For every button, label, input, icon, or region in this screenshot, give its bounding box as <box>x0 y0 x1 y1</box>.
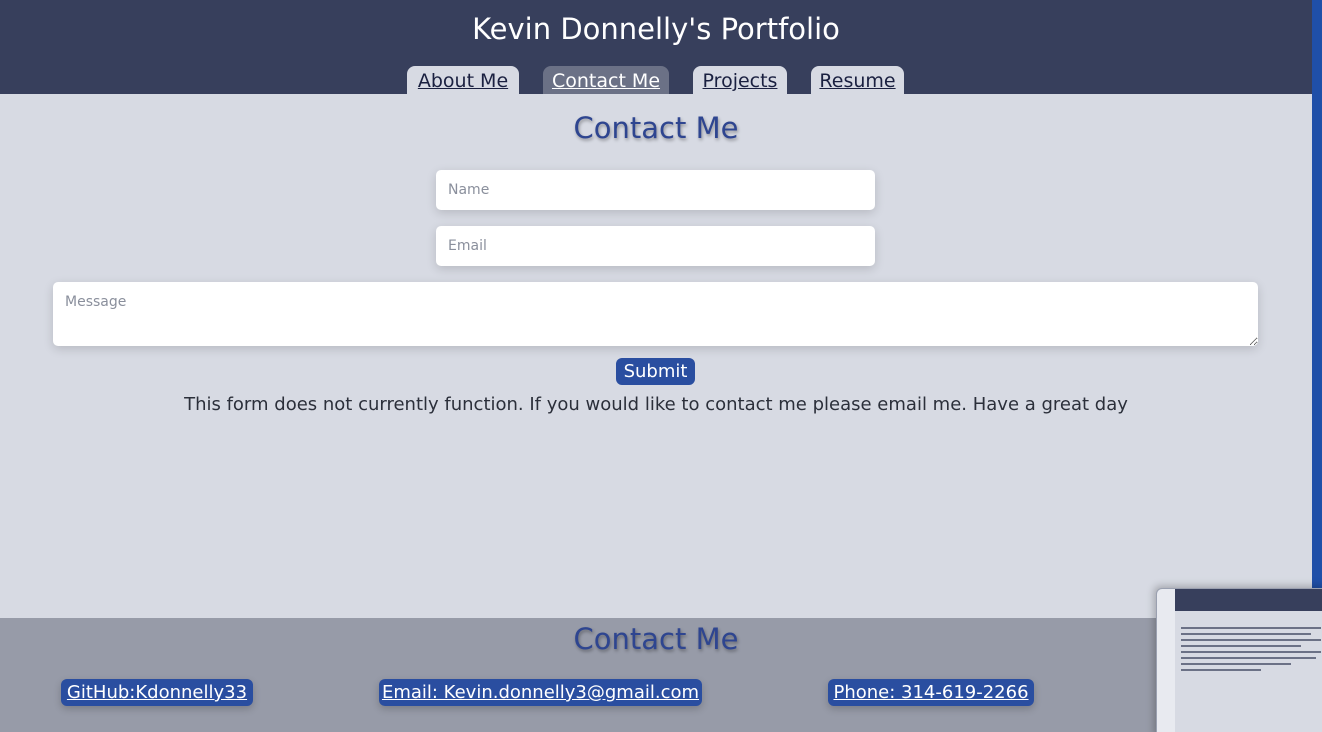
site-header: Kevin Donnelly's Portfolio About Me Cont… <box>0 0 1312 94</box>
tab-contact-me[interactable]: Contact Me <box>543 66 669 94</box>
email-input[interactable] <box>436 226 875 266</box>
window-preview-thumbnail[interactable] <box>1156 588 1322 732</box>
page: Kevin Donnelly's Portfolio About Me Cont… <box>0 0 1312 732</box>
email-link[interactable]: Email: Kevin.donnelly3@gmail.com <box>379 679 702 706</box>
form-notice: This form does not currently function. I… <box>184 394 1128 415</box>
footer-heading: Contact Me <box>573 622 739 656</box>
site-title: Kevin Donnelly's Portfolio <box>472 12 840 46</box>
name-input[interactable] <box>436 170 875 210</box>
tab-projects[interactable]: Projects <box>693 66 787 94</box>
tab-about-me[interactable]: About Me <box>407 66 519 94</box>
submit-button[interactable]: Submit <box>616 358 695 385</box>
message-textarea[interactable] <box>53 282 1258 346</box>
tab-resume[interactable]: Resume <box>811 66 904 94</box>
phone-link[interactable]: Phone: 314-619-2266 <box>828 679 1034 706</box>
thumbnail-header <box>1175 589 1322 611</box>
thumbnail-body <box>1175 611 1322 732</box>
contact-heading: Contact Me <box>573 111 739 145</box>
github-link[interactable]: GitHub:Kdonnelly33 <box>61 679 253 706</box>
site-footer: Contact Me <box>0 618 1312 732</box>
